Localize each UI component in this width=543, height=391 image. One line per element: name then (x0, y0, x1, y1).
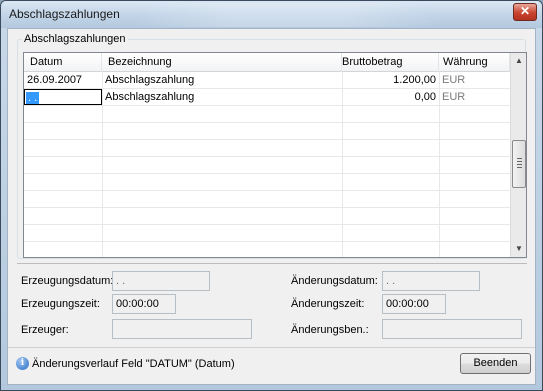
aenderungsben-label: Änderungsben.: (291, 324, 369, 336)
cell-waehrung[interactable]: EUR (439, 72, 510, 88)
aenderungsben-field (382, 319, 522, 339)
table-row[interactable]: 26.09.2007 Abschlagszahlung 1.200,00 EUR (24, 72, 510, 89)
table-row (24, 174, 510, 191)
table-row (24, 225, 510, 242)
aenderungszeit-field: 00:00:00 (382, 294, 446, 314)
footer-separator (8, 347, 535, 348)
erzeuger-label: Erzeuger: (21, 324, 69, 336)
cell-waehrung[interactable]: EUR (439, 89, 510, 105)
date-edit-field[interactable]: . . (24, 89, 102, 105)
erzeugungszeit-field: 00:00:00 (112, 294, 176, 314)
cell-bezeichnung[interactable]: Abschlagszahlung (102, 89, 342, 105)
separator-line (17, 263, 527, 264)
scroll-up-icon[interactable]: ▲ (511, 53, 527, 69)
titlebar-glass (136, 3, 436, 27)
table-row (24, 191, 510, 208)
col-header-datum[interactable]: Datum (24, 53, 102, 72)
payments-grid[interactable]: Datum Bezeichnung Bruttobetrag Währung 2… (23, 52, 527, 258)
grip-line (517, 167, 522, 168)
dialog-window: Abschlagszahlungen ✕ Abschlagszahlungen … (0, 0, 543, 391)
grip-line (517, 164, 522, 165)
erzeugungsdatum-label: Erzeugungsdatum: (21, 275, 114, 287)
table-row (24, 208, 510, 225)
grid-header: Datum Bezeichnung Bruttobetrag Währung (24, 53, 510, 72)
title-bar[interactable]: Abschlagszahlungen ✕ (1, 1, 542, 28)
cell-bezeichnung[interactable]: Abschlagszahlung (102, 72, 342, 88)
vertical-scrollbar[interactable]: ▲ ▼ (510, 53, 526, 257)
aenderungsdatum-field: . . (382, 271, 480, 291)
scroll-down-icon[interactable]: ▼ (511, 241, 527, 257)
cell-bruttobetrag[interactable]: 1.200,00 (342, 72, 439, 88)
col-header-waehrung[interactable]: Währung (439, 53, 510, 72)
info-icon: i (16, 357, 29, 370)
table-row (24, 106, 510, 123)
group-legend: Abschlagszahlungen (22, 33, 128, 45)
table-row[interactable]: . . Abschlagszahlung 0,00 EUR (24, 89, 510, 106)
cell-bruttobetrag[interactable]: 0,00 (342, 89, 439, 105)
table-row (24, 140, 510, 157)
aenderungszeit-label: Änderungszeit: (291, 298, 365, 310)
aenderungsdatum-label: Änderungsdatum: (291, 275, 378, 287)
date-selection: . . (26, 92, 40, 104)
table-row (24, 123, 510, 140)
erzeugungszeit-label: Erzeugungszeit: (21, 298, 100, 310)
table-row (24, 242, 510, 259)
erzeuger-field (112, 319, 252, 339)
col-header-bezeichnung[interactable]: Bezeichnung (102, 53, 342, 72)
window-title: Abschlagszahlungen (9, 7, 120, 21)
table-row (24, 157, 510, 174)
erzeugungsdatum-field: . . (112, 271, 210, 291)
beenden-button[interactable]: Beenden (460, 353, 531, 374)
col-header-bruttobetrag[interactable]: Bruttobetrag (342, 53, 439, 72)
info-status-text: Änderungsverlauf Feld "DATUM" (Datum) (32, 358, 235, 370)
scroll-thumb[interactable] (512, 140, 526, 188)
close-button[interactable]: ✕ (513, 3, 537, 21)
grip-line (517, 161, 522, 162)
cell-datum[interactable]: 26.09.2007 (24, 72, 102, 88)
grid-rows: 26.09.2007 Abschlagszahlung 1.200,00 EUR… (24, 72, 510, 257)
dialog-client-area: Abschlagszahlungen Datum Bezeichnung Bru… (7, 28, 536, 385)
grip-line (517, 158, 522, 159)
